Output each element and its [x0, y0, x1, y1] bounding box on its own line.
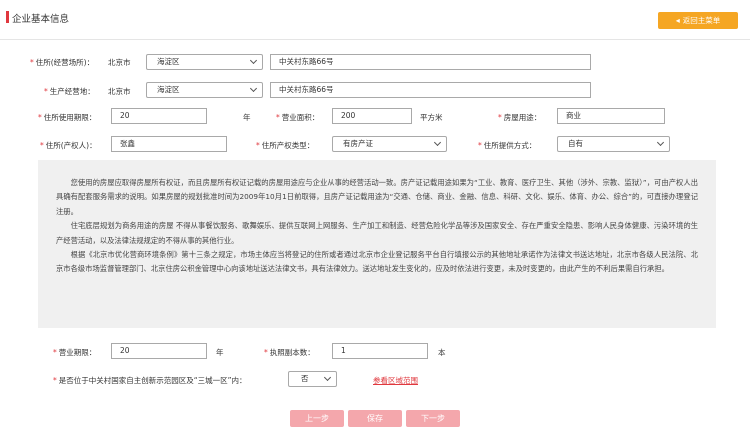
- residence-city: 北京市: [108, 58, 131, 67]
- property-type-label-text: 住所产权类型：: [261, 141, 315, 150]
- zone-select[interactable]: 否: [288, 371, 337, 387]
- owner-input[interactable]: 张鑫: [111, 136, 227, 152]
- area-label-text: 营业面积：: [281, 113, 320, 122]
- required-mark: *: [53, 376, 57, 385]
- notice-paragraph: 根据《北京市优化营商环境条例》第十三条之规定，市场主体应当将登记的住所或者通过北…: [56, 250, 698, 274]
- property-type-select[interactable]: 有房产证: [332, 136, 447, 152]
- back-to-menu-label: 返回主菜单: [682, 16, 721, 25]
- chevron-down-icon: [656, 138, 665, 147]
- business-period-unit: 年: [216, 348, 224, 357]
- required-mark: *: [38, 113, 42, 122]
- license-copies-label-text: 执照副本数：: [269, 348, 315, 357]
- provide-method-value: 自有: [568, 139, 583, 148]
- chevron-down-icon: [433, 138, 442, 147]
- business-location-label-text: 生产经营地：: [49, 87, 95, 96]
- required-mark: *: [498, 113, 502, 122]
- term-label: * 住所使用期限：: [38, 112, 96, 123]
- property-type-value: 有房产证: [343, 139, 373, 148]
- view-zone-range-link[interactable]: 参看区域范围: [373, 375, 418, 386]
- zone-label-text: 是否位于中关村国家自主创新示范园区及“三城一区”内：: [58, 376, 247, 385]
- business-city: 北京市: [108, 87, 131, 96]
- usage-label-text: 房屋用途：: [503, 113, 542, 122]
- residence-label: * 住所(经营场所)：: [30, 57, 94, 68]
- required-mark: *: [53, 348, 57, 357]
- chevron-down-icon: [323, 373, 332, 382]
- business-street-input[interactable]: 中关村东路66号: [270, 82, 591, 98]
- chevron-down-icon: [249, 84, 258, 93]
- term-label-text: 住所使用期限：: [43, 113, 97, 122]
- title-accent-bar: [6, 11, 9, 23]
- residence-label-text: 住所(经营场所)：: [35, 58, 95, 67]
- area-label: * 营业面积：: [276, 112, 319, 123]
- term-input[interactable]: 20: [111, 108, 207, 124]
- required-mark: *: [30, 58, 34, 67]
- required-mark: *: [44, 87, 48, 96]
- business-period-label: * 营业期限：: [53, 347, 96, 358]
- area-input[interactable]: 200: [332, 108, 412, 124]
- license-copies-unit: 本: [438, 348, 446, 357]
- title-bar: 企业基本信息 ◂ 返回主菜单: [0, 0, 750, 40]
- next-step-button[interactable]: 下一步: [406, 410, 460, 427]
- notice-paragraph: 住宅底层规划为商务用途的房屋 不得从事餐饮服务、歌舞娱乐、提供互联网上网服务、生…: [56, 221, 698, 245]
- zone-label: * 是否位于中关村国家自主创新示范园区及“三城一区”内：: [53, 375, 247, 386]
- residence-street-input[interactable]: 中关村东路66号: [270, 54, 591, 70]
- page-title: 企业基本信息: [12, 14, 70, 25]
- required-mark: *: [264, 348, 268, 357]
- term-unit: 年: [243, 113, 251, 122]
- license-copies-input[interactable]: 1: [332, 343, 428, 359]
- usage-label: * 房屋用途：: [498, 112, 541, 123]
- license-copies-label: * 执照副本数：: [264, 347, 315, 358]
- zone-value: 否: [301, 374, 309, 383]
- business-district-value: 海淀区: [157, 85, 180, 94]
- page: 企业基本信息 ◂ 返回主菜单 * 住所(经营场所)： 北京市 海淀区 中关村东路66…: [0, 0, 750, 433]
- property-type-label: * 住所产权类型：: [256, 140, 314, 151]
- chevron-down-icon: [249, 56, 258, 65]
- owner-label: * 住所(产权人)：: [40, 140, 97, 151]
- business-period-label-text: 营业期限：: [58, 348, 97, 357]
- business-location-label: * 生产经营地：: [44, 86, 95, 97]
- area-unit: 平方米: [420, 113, 443, 122]
- back-to-menu-button[interactable]: ◂ 返回主菜单: [658, 12, 738, 29]
- notice-panel: 您使用的房屋应取得房屋所有权证，而且房屋所有权证记载的房屋用途应与企业从事的经营…: [38, 160, 716, 328]
- provide-method-label-text: 住所提供方式：: [483, 141, 537, 150]
- owner-label-text: 住所(产权人)：: [45, 141, 97, 150]
- required-mark: *: [478, 141, 482, 150]
- required-mark: *: [276, 113, 280, 122]
- required-mark: *: [40, 141, 44, 150]
- residence-district-select[interactable]: 海淀区: [146, 54, 263, 70]
- provide-method-label: * 住所提供方式：: [478, 140, 536, 151]
- usage-input[interactable]: 商业: [557, 108, 665, 124]
- save-button[interactable]: 保存: [348, 410, 402, 427]
- business-district-select[interactable]: 海淀区: [146, 82, 263, 98]
- provide-method-select[interactable]: 自有: [557, 136, 670, 152]
- required-mark: *: [256, 141, 260, 150]
- arrow-left-icon: ◂: [675, 16, 680, 25]
- residence-district-value: 海淀区: [157, 57, 180, 66]
- business-period-input[interactable]: 20: [111, 343, 207, 359]
- prev-step-button[interactable]: 上一步: [290, 410, 344, 427]
- notice-paragraph: 您使用的房屋应取得房屋所有权证，而且房屋所有权证记载的房屋用途应与企业从事的经营…: [56, 178, 698, 216]
